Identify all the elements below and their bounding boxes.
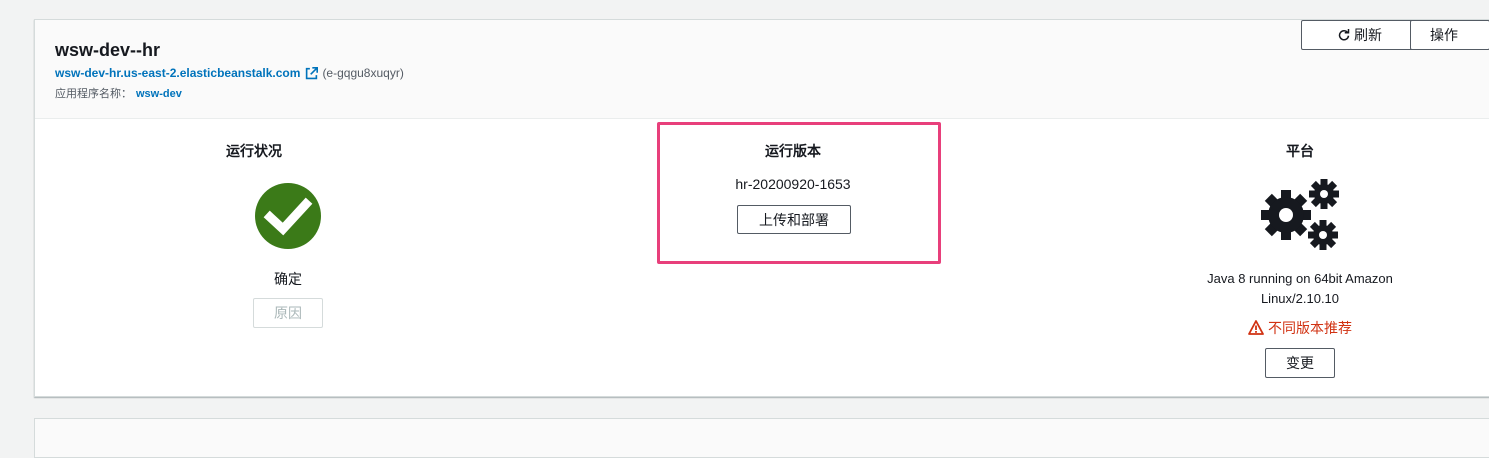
external-link-icon[interactable] bbox=[305, 66, 319, 80]
application-name-row: 应用程序名称： wsw-dev bbox=[55, 85, 182, 101]
platform-title: 平台 bbox=[1286, 143, 1314, 159]
environment-url-row: wsw-dev-hr.us-east-2.elasticbeanstalk.co… bbox=[55, 66, 404, 80]
platform-warning: 不同版本推荐 bbox=[1220, 318, 1380, 338]
upload-and-deploy-button[interactable]: 上传和部署 bbox=[737, 205, 851, 234]
refresh-icon bbox=[1338, 29, 1350, 41]
health-title: 运行状况 bbox=[226, 143, 282, 159]
refresh-button[interactable]: 刷新 bbox=[1301, 20, 1419, 50]
application-name-link[interactable]: wsw-dev bbox=[136, 88, 182, 100]
platform-warning-text: 不同版本推荐 bbox=[1268, 320, 1352, 336]
platform-gears-icon bbox=[1258, 178, 1342, 252]
application-name-label: 应用程序名称： bbox=[55, 88, 132, 100]
actions-label: 操作 bbox=[1430, 27, 1458, 43]
warning-icon bbox=[1248, 320, 1264, 335]
health-status-text: 确定 bbox=[274, 271, 302, 287]
version-label: hr-20200920-1653 bbox=[735, 176, 851, 192]
running-version-section: 运行版本 bbox=[693, 141, 893, 161]
actions-dropdown-button[interactable]: 操作 bbox=[1410, 20, 1489, 50]
environment-id: (e-gqgu8xuqyr) bbox=[322, 66, 404, 80]
change-platform-button[interactable]: 变更 bbox=[1265, 348, 1335, 378]
next-panel bbox=[34, 418, 1489, 458]
platform-description: Java 8 running on 64bit Amazon Linux/2.1… bbox=[1207, 271, 1393, 306]
health-section: 运行状况 bbox=[154, 141, 354, 161]
environment-name: wsw-dev--hr bbox=[55, 40, 161, 60]
health-ok-check-icon bbox=[254, 182, 322, 250]
refresh-label: 刷新 bbox=[1354, 27, 1382, 43]
environment-header: wsw-dev--hr wsw-dev-hr.us-east-2.elastic… bbox=[35, 20, 1489, 119]
causes-button[interactable]: 原因 bbox=[253, 298, 323, 328]
platform-section: 平台 bbox=[1200, 141, 1400, 161]
running-version-title: 运行版本 bbox=[765, 143, 821, 159]
environment-url-link[interactable]: wsw-dev-hr.us-east-2.elasticbeanstalk.co… bbox=[55, 66, 300, 80]
